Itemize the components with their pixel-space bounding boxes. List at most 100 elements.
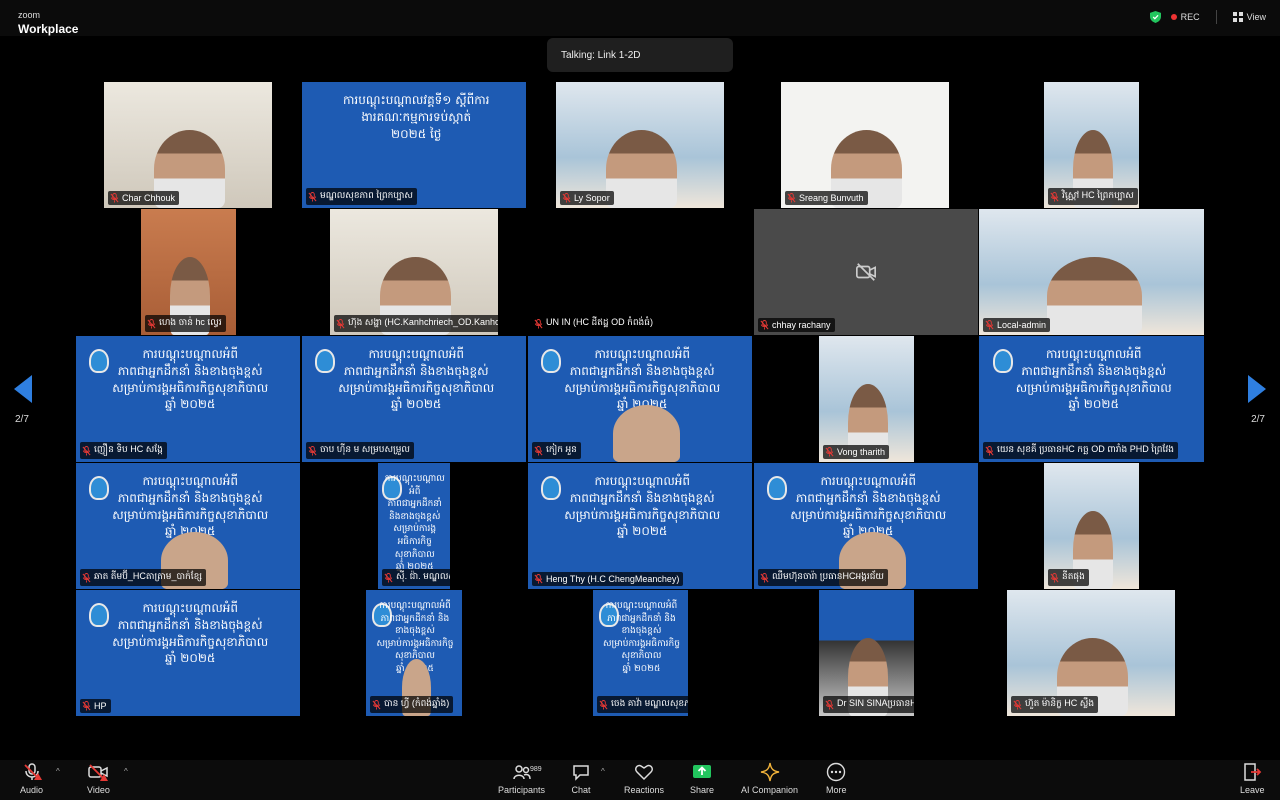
participant-person (606, 130, 677, 208)
participant-tile[interactable]: ការបណ្តុះបណ្តាលអំពី ភាពជាអ្នកដឹកនាំ និងខ… (528, 463, 752, 589)
participant-name-label: HP (80, 699, 111, 713)
participant-name: Ly Sopor (574, 193, 610, 203)
participant-tile[interactable]: Sreang Bunvuth (781, 82, 949, 208)
participant-tile[interactable]: Dr SIN SINAប្រធានHC សំរោង OD ព្រៃកប្បាស (819, 590, 914, 716)
participant-name-label: Sreang Bunvuth (785, 191, 868, 205)
participant-tile[interactable]: ការបណ្តុះបណ្តាលអំពី ភាពជាអ្នកដឹកនាំ និងខ… (76, 463, 300, 589)
participant-name-label: បាន ហ្វី (កំពង់ឆ្នាំង) (370, 696, 454, 713)
participant-tile[interactable]: UN IN (HC ដីឥដ្ឋ OD កំពង់ធំ) (528, 209, 752, 335)
leave-button[interactable]: Leave (1240, 762, 1265, 795)
participant-name-label: Ly Sopor (560, 191, 614, 205)
chat-options-caret-icon[interactable]: ^ (601, 767, 605, 776)
view-button[interactable]: View (1232, 12, 1266, 22)
participant-name: មណ្ឌលសុខភាព ព្រៃកប្បាស (320, 190, 413, 200)
recording-indicator: REC (1170, 12, 1200, 22)
previous-page-arrow-icon[interactable] (14, 375, 32, 403)
muted-mic-icon (147, 318, 156, 328)
shared-slide-text: ការបណ្តុះបណ្តាលអំពី ភាពជាអ្នកដឹកនាំ និងខ… (564, 347, 721, 412)
muted-mic-icon (760, 572, 769, 582)
rec-label: REC (1180, 12, 1200, 22)
participant-tile[interactable]: ការបណ្តុះបណ្តាលអំពី ភាពជាអ្នកដឹកនាំ និងខ… (979, 336, 1204, 462)
ai-companion-label: AI Companion (741, 785, 799, 795)
participant-tile[interactable]: នីតផុង (1044, 463, 1139, 589)
video-feed: ការបណ្តុះបណ្តាលអំពី ភាពជាអ្នកដឹកនាំ និងខ… (528, 463, 752, 589)
participant-tile[interactable]: ការបណ្តុះបណ្តាលអំពី ភាពជាអ្នកដឹកនាំ និងខ… (593, 590, 688, 716)
participant-tile[interactable]: ការបណ្តុះបណ្តាលអំពី ភាពជាអ្នកដឹកនាំ និងខ… (302, 336, 526, 462)
muted-mic-icon (1050, 191, 1059, 201)
participant-name: ចាប ហ៊ីន ម សម្របសម្រួល (320, 444, 410, 454)
audio-button[interactable]: Audio (20, 762, 43, 795)
next-page-arrow-icon[interactable] (1248, 375, 1266, 403)
participants-count: 989 (530, 766, 542, 773)
participant-name: ហ៊ុង សង្ហា (HC.Kanhchriech_OD.Kanhchriec… (348, 317, 498, 327)
muted-mic-icon (985, 320, 994, 330)
participant-tile[interactable]: Char Chhouk (104, 82, 272, 208)
participant-tile[interactable]: ការបណ្តុះបណ្តាលអំពី ភាពជាអ្នកដឹកនាំ និងខ… (754, 463, 978, 589)
participant-name-label: Char Chhouk (108, 191, 180, 205)
video-feed (781, 82, 949, 208)
muted-mic-icon (825, 447, 834, 457)
ai-companion-button[interactable]: AI Companion (741, 762, 798, 795)
video-options-caret-icon[interactable]: ^ (124, 767, 128, 776)
chat-button[interactable]: Chat (571, 762, 591, 795)
muted-mic-icon (1013, 699, 1022, 709)
muted-mic-icon (82, 701, 91, 711)
participant-tile[interactable]: វិស្ណៅ HC ព្រៃកប្បាស (1044, 82, 1139, 208)
participant-tile[interactable]: Ly Sopor (556, 82, 724, 208)
leave-label: Leave (1240, 785, 1265, 795)
participant-tile[interactable]: chhay rachany (754, 209, 978, 335)
participant-name: បាន ហ្វី (កំពង់ឆ្នាំង) (384, 698, 450, 708)
leave-icon (1244, 763, 1262, 781)
participant-name-label: ស៊ី. ជ៉ា. មណ្ឌលសុខភាពត្រៀក (382, 569, 450, 586)
participant-name: UN IN (HC ដីឥដ្ឋ OD កំពង់ធំ) (546, 317, 653, 327)
participant-name-label: Local-admin (983, 318, 1051, 332)
participant-name: HP (94, 701, 107, 711)
participant-tile[interactable]: Vong tharith (819, 336, 914, 462)
participant-name: នីតផុង (1062, 571, 1085, 581)
more-label: More (826, 785, 847, 795)
audio-options-caret-icon[interactable]: ^ (56, 767, 60, 776)
shared-slide-text: ការបណ្តុះបណ្តាលអំពី ភាពជាអ្នកដឹកនាំ និងខ… (790, 474, 947, 539)
reactions-button[interactable]: Reactions (624, 762, 664, 795)
share-button[interactable]: Share (690, 762, 714, 795)
video-feed (819, 336, 914, 462)
participant-tile[interactable]: ការបណ្តុះបណ្តាលអំពី ភាពជាអ្នកដឹកនាំ និងខ… (76, 590, 300, 716)
muted-mic-icon (82, 445, 91, 455)
participant-name-label: ហេង ចាន់ hc ល្វេរ (145, 315, 226, 332)
participant-tile[interactable]: ការបណ្តុះបណ្តាលអំពី ភាពជាអ្នកដឹកនាំ និងខ… (76, 336, 300, 462)
muted-mic-icon (825, 699, 834, 709)
participant-tile[interactable]: ហ៊ួត ម៉ានិក្ខ HC ស្លឹង (1007, 590, 1175, 716)
audio-label: Audio (20, 785, 44, 795)
shared-slide-text: ការបណ្តុះបណ្តាលអំពី ភាពជាអ្នកដឹកនាំ និងខ… (112, 347, 269, 412)
muted-mic-icon (82, 572, 91, 582)
view-label: View (1246, 12, 1266, 22)
participant-name: កៀក អួន (546, 444, 577, 454)
share-screen-icon (693, 765, 712, 778)
video-off-icon (856, 263, 876, 281)
participant-tile[interactable]: ការបណ្តុះបណ្តាលអំពី ភាពជាអ្នកដឹកនាំ និងខ… (366, 590, 462, 716)
more-button[interactable]: More (826, 762, 847, 795)
video-feed: ការបណ្តុះបណ្តាលអំពី ភាពជាអ្នកដឹកនាំ និងខ… (76, 590, 300, 716)
participant-tile[interactable]: ការបណ្តុះបណ្តាលអំពី ភាពជាអ្នកដឹកនាំ និងខ… (378, 463, 450, 589)
participant-tile[interactable]: ការបណ្តុះបណ្តាលវគ្គទី១ ស្តីពីការ ងារគណៈក… (302, 82, 526, 208)
participant-tile[interactable]: Local-admin (979, 209, 1204, 335)
participant-name-label: កៀក អួន (532, 442, 581, 459)
participant-tile[interactable]: ការបណ្តុះបណ្តាលអំពី ភាពជាអ្នកដឹកនាំ និងខ… (528, 336, 752, 462)
top-bar: zoom Workplace REC View (0, 0, 1280, 36)
participant-person (613, 405, 680, 462)
participant-name: យេន សុខគី ប្រធានHC កច្ឆ OD ពារាំង PHD ព្… (997, 444, 1174, 454)
security-shield-icon[interactable] (1149, 11, 1161, 23)
page-indicator-left: 2/7 (15, 414, 29, 425)
video-button[interactable]: Video (87, 762, 110, 795)
video-off-icon (88, 764, 109, 781)
video-feed (556, 82, 724, 208)
participant-tile[interactable]: ហ៊ុង សង្ហា (HC.Kanhchriech_OD.Kanhchriec… (330, 209, 498, 335)
reactions-label: Reactions (624, 785, 665, 795)
participant-name-label: ហ៊ុង សង្ហា (HC.Kanhchriech_OD.Kanhchriec… (334, 315, 498, 332)
participant-name-label: ឈឹមហ៊ុនចារ៉ា ប្រធានHCអង្គរជ័យ (758, 569, 889, 586)
divider (1215, 10, 1217, 24)
shared-slide-text: ការបណ្តុះបណ្តាលអំពី ភាពជាអ្នកដឹកនាំ និងខ… (564, 474, 721, 539)
participant-name: ហេង ចាន់ hc ល្វេរ (159, 317, 222, 327)
participant-tile[interactable]: ហេង ចាន់ hc ល្វេរ (141, 209, 236, 335)
muted-mic-icon (985, 445, 994, 455)
